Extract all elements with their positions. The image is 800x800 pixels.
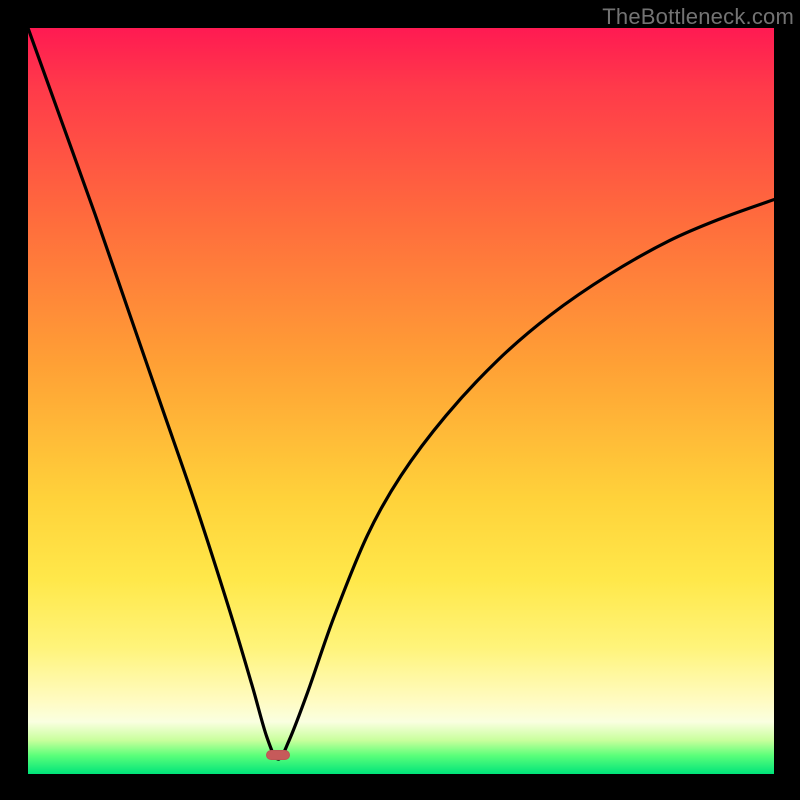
watermark-text: TheBottleneck.com	[602, 4, 794, 30]
bottleneck-curve	[28, 28, 774, 774]
plot-area	[28, 28, 774, 774]
outer-frame: TheBottleneck.com	[0, 0, 800, 800]
optimum-marker	[266, 750, 290, 760]
